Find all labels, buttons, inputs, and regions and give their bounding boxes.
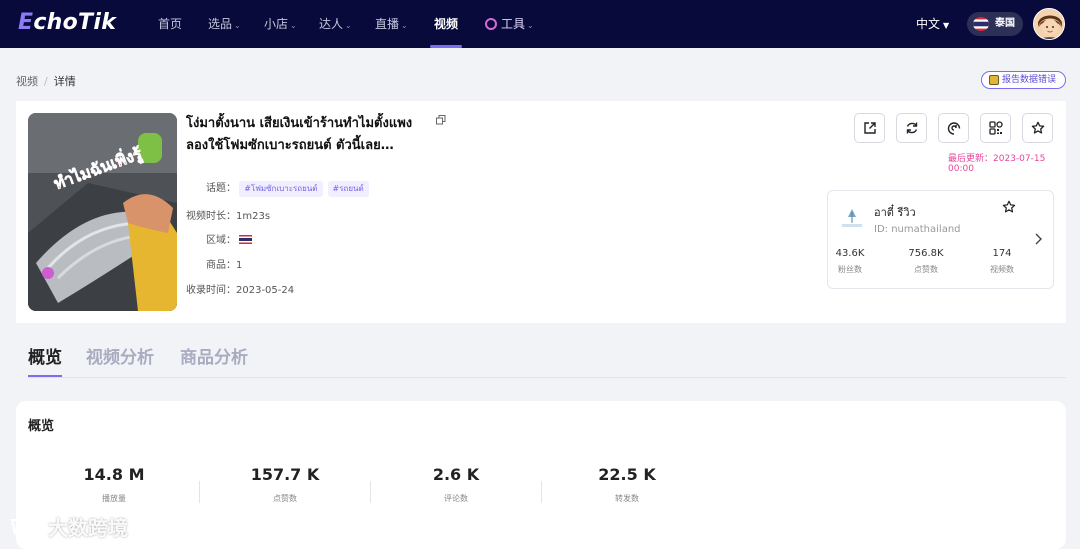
region-row: 区域： — [206, 231, 253, 246]
report-icon — [989, 75, 999, 85]
last-updated: 最后更新：2023-07-15 00:00 — [948, 154, 1046, 174]
chevron-down-icon: ⌄ — [527, 21, 534, 30]
nav-item-creators[interactable]: 达人 ⌄ — [319, 0, 352, 48]
follow-star-icon[interactable] — [1002, 200, 1016, 214]
refresh-icon — [906, 122, 917, 134]
thailand-flag-icon — [239, 235, 253, 244]
qrcode-button[interactable] — [980, 113, 1011, 143]
nav-item-videos[interactable]: 视频 — [429, 0, 463, 48]
duration-row: 视频时长：1m23s — [186, 211, 271, 222]
overview-panel: 概览 14.8 M 播放量 157.7 K 点赞数 2.6 K 评论数 22.5 K转… — [16, 401, 1066, 549]
tools-icon — [485, 18, 497, 30]
products-row: 商品：1 — [206, 260, 243, 271]
stat-views: 14.8 M 播放量 — [83, 465, 145, 503]
topics-row: 话题： #โฟมซักเบาะรถยนต์ #รถยนต์ — [206, 179, 374, 197]
video-thumbnail[interactable]: ทำไมฉันเพิ่งรู้ — [28, 113, 177, 311]
watermark-logo-icon — [10, 519, 46, 535]
tab-overview[interactable]: 概览 — [28, 343, 62, 377]
share-icon — [863, 122, 876, 134]
collected-row: 收录时间：2023-05-24 — [186, 285, 295, 296]
tab-product-analysis[interactable]: 商品分析 — [180, 343, 248, 368]
author-id: ID: numathailand — [874, 224, 961, 235]
region-selector[interactable]: 泰国 — [967, 12, 1023, 36]
echotik-logo[interactable]: EchoTik — [18, 10, 116, 35]
video-title[interactable]: โง่มาตั้งนาน เสียเงินเข้าร้านทำไมตั้งแพง… — [186, 113, 431, 157]
tabs-divider — [28, 377, 1066, 378]
author-stat-followers: 43.6K 粉丝数 — [835, 248, 865, 274]
language-selector[interactable]: 中文 ▼ — [916, 0, 949, 48]
stat-shares: 22.5 K 转发数 — [598, 465, 656, 503]
caret-down-icon: ▼ — [943, 21, 950, 30]
tab-video-analysis[interactable]: 视频分析 — [86, 343, 154, 368]
nav-item-home[interactable]: 首页 — [158, 0, 182, 48]
chevron-down-icon: ⌄ — [234, 21, 241, 30]
user-avatar[interactable] — [1033, 8, 1065, 40]
author-card[interactable]: อาตี๋ รีวิว ID: numathailand 43.6K 粉丝数 75… — [827, 190, 1054, 289]
overview-title: 概览 — [28, 419, 55, 434]
breadcrumb: 视频 / 详情 — [16, 75, 76, 88]
report-data-error-button[interactable]: 报告数据错误 — [981, 71, 1066, 89]
author-stat-videos: 174 视频数 — [990, 248, 1014, 274]
chevron-right-icon[interactable] — [1032, 232, 1044, 246]
stat-likes: 157.7 K 点赞数 — [250, 465, 320, 503]
link-button[interactable] — [938, 113, 969, 143]
top-navbar: EchoTik 首页 选品 ⌄ 小店 ⌄ 达人 ⌄ 直播 ⌄ 视频 工具 ⌄ 中文 ▼ 泰国 — [0, 0, 1080, 48]
favorite-button[interactable] — [1022, 113, 1053, 143]
topic-tag[interactable]: #รถยนต์ — [327, 181, 369, 197]
nav-item-shops[interactable]: 小店 ⌄ — [264, 0, 297, 48]
breadcrumb-current: 详情 — [53, 75, 76, 88]
copy-icon[interactable] — [436, 115, 446, 125]
stat-comments: 2.6 K 评论数 — [432, 465, 480, 503]
nav-item-live[interactable]: 直播 ⌄ — [375, 0, 408, 48]
chevron-down-icon: ⌄ — [401, 21, 408, 30]
chevron-down-icon: ⌄ — [345, 21, 352, 30]
topic-tag[interactable]: #โฟมซักเบาะรถยนต์ — [239, 181, 323, 197]
thailand-flag-icon — [973, 17, 989, 31]
chevron-down-icon: ⌄ — [290, 21, 297, 30]
qrcode-icon — [988, 121, 1003, 135]
author-name[interactable]: อาตี๋ รีวิว — [874, 203, 916, 221]
share-button[interactable] — [854, 113, 885, 143]
nav-item-tools[interactable]: 工具 ⌄ — [485, 0, 534, 48]
author-stat-likes: 756.8K 点赞数 — [908, 248, 944, 274]
link-icon — [947, 122, 960, 135]
star-icon — [1031, 121, 1044, 134]
refresh-button[interactable] — [896, 113, 927, 143]
breadcrumb-parent[interactable]: 视频 — [16, 75, 38, 88]
nav-item-products[interactable]: 选品 ⌄ — [208, 0, 241, 48]
author-logo — [838, 203, 866, 231]
watermark: 大数跨境 — [8, 512, 128, 541]
video-detail-card: ทำไมฉันเพิ่งรู้ โง่มาตั้งนาน เสียเงินเข้… — [16, 101, 1066, 323]
